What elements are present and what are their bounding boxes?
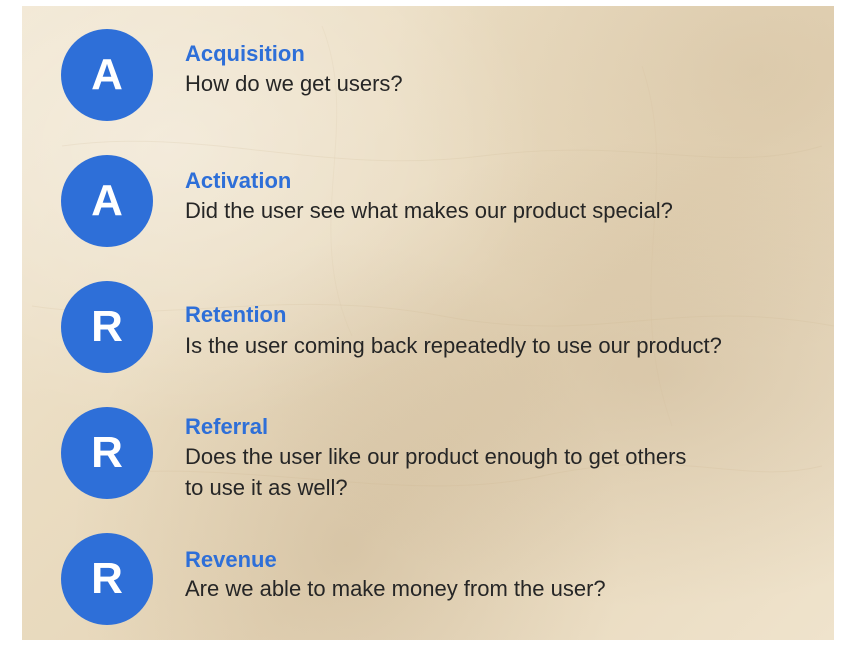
letter-badge-referral: R	[61, 407, 153, 499]
stage-question: Is the user coming back repeatedly to us…	[185, 333, 722, 358]
row-retention: R Retention Is the user coming back repe…	[22, 258, 834, 373]
stage-question: How do we get users?	[185, 71, 403, 96]
badge-letter: R	[91, 554, 123, 603]
badge-letter: A	[91, 176, 123, 225]
stage-question-continued: to use it as well?	[185, 475, 348, 500]
stage-question: Are we able to make money from the user?	[185, 576, 606, 601]
badge-letter: A	[91, 50, 123, 99]
stage-title: Referral	[185, 414, 269, 439]
badge-letter: R	[91, 302, 123, 351]
letter-badge-retention: R	[61, 281, 153, 373]
stage-question: Did the user see what makes our product …	[185, 198, 673, 223]
row-acquisition: A Acquisition How do we get users?	[22, 6, 834, 121]
stage-title: Retention	[185, 302, 287, 327]
row-activation: A Activation Did the user see what makes…	[22, 132, 834, 247]
stage-title: Revenue	[185, 547, 277, 572]
row-referral: R Referral Does the user like our produc…	[22, 384, 834, 500]
letter-badge-revenue: R	[61, 533, 153, 625]
framework-canvas: A Acquisition How do we get users? A Act…	[22, 6, 834, 640]
letter-badge-activation: A	[61, 155, 153, 247]
letter-badge-acquisition: A	[61, 29, 153, 121]
stage-title: Acquisition	[185, 41, 305, 66]
stage-question: Does the user like our product enough to…	[185, 444, 687, 469]
badge-letter: R	[91, 428, 123, 477]
stage-title: Activation	[185, 168, 292, 193]
row-revenue: R Revenue Are we able to make money from…	[22, 510, 834, 625]
